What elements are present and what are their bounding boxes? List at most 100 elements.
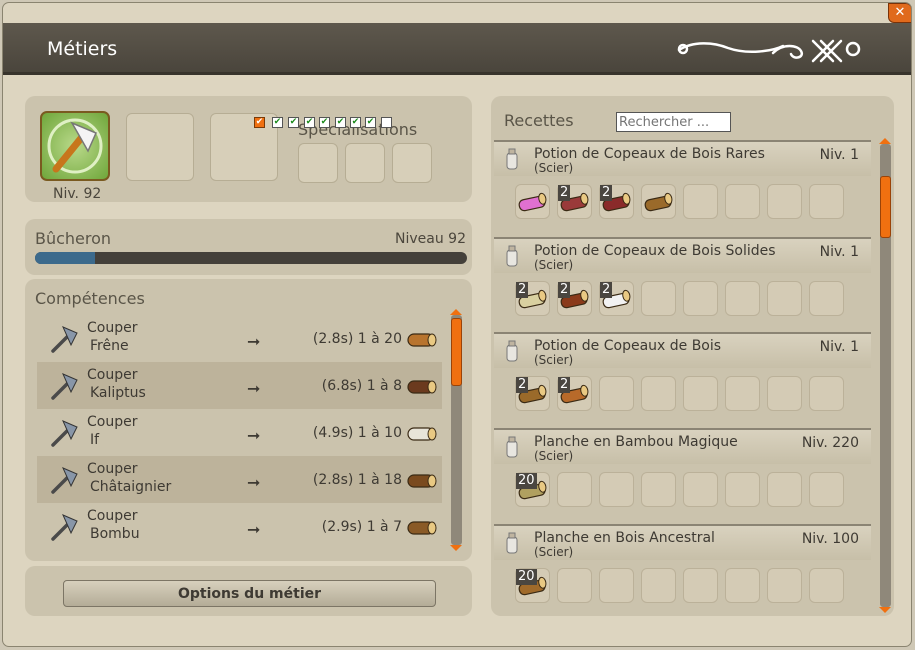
recipe-filter-checkbox[interactable]: ✔	[288, 117, 299, 128]
ingredient-slot[interactable]	[809, 568, 844, 603]
ingredient-slot[interactable]	[683, 376, 718, 411]
competence-row[interactable]: Couper Bombu ➞ (2.9s) 1 à 7	[37, 503, 442, 550]
ingredient-slot[interactable]	[683, 281, 718, 316]
ingredient-slot[interactable]	[683, 568, 718, 603]
scroll-thumb[interactable]	[451, 318, 462, 386]
ingredient-slot[interactable]: 2	[557, 184, 592, 219]
ingredient-slot[interactable]: 2	[515, 376, 550, 411]
ingredient-slot[interactable]	[641, 472, 676, 507]
ingredient-slot[interactable]	[725, 568, 760, 603]
ingredient-slot[interactable]	[809, 281, 844, 316]
recipe-header[interactable]: Planche en Bois Ancestral (Scier) Niv. 100	[494, 524, 871, 560]
competence-resource: Kaliptus	[90, 385, 146, 401]
job-xp-panel: Bûcheron Niveau 92	[25, 219, 472, 275]
ingredient-slot[interactable]: 2	[599, 184, 634, 219]
ingredient-slot[interactable]	[767, 184, 802, 219]
scroll-thumb[interactable]	[880, 176, 891, 238]
ingredient-slot[interactable]	[641, 281, 676, 316]
ingredient-slot[interactable]: 2	[557, 281, 592, 316]
ingredient-slot[interactable]	[767, 568, 802, 603]
ingredient-slot[interactable]	[599, 568, 634, 603]
ingredient-slot[interactable]	[725, 376, 760, 411]
job-slot-3[interactable]	[210, 113, 278, 181]
specialization-slot-3[interactable]	[392, 143, 432, 183]
recipe-tool: (Scier)	[534, 545, 574, 559]
competence-action: Couper	[87, 508, 138, 524]
ingredient-slot[interactable]	[641, 184, 676, 219]
recipe-filter-checkbox[interactable]: ✔	[319, 117, 330, 128]
recipe-filter-checkbox[interactable]: ✔	[335, 117, 346, 128]
recipe-filter-checkbox[interactable]	[381, 117, 392, 128]
specialization-slot-1[interactable]	[298, 143, 338, 183]
ingredient-slot[interactable]	[767, 472, 802, 507]
recipes-search-input[interactable]	[616, 112, 731, 132]
specialization-slot-2[interactable]	[345, 143, 385, 183]
close-button[interactable]: ✕	[888, 3, 911, 23]
axe-icon	[51, 420, 78, 447]
ingredient-slot[interactable]	[515, 184, 550, 219]
recipe-filter-checkbox[interactable]: ✔	[254, 117, 265, 128]
ingredient-slot[interactable]	[809, 376, 844, 411]
ingredient-slot[interactable]	[683, 184, 718, 219]
recipe-filter-checkbox[interactable]: ✔	[350, 117, 361, 128]
recipe-card[interactable]: Planche en Bambou Magique (Scier) Niv. 220…	[491, 428, 876, 520]
recipe-result-icon	[506, 340, 518, 362]
recipe-card[interactable]: Potion de Copeaux de Bois Rares (Scier) Ni…	[491, 140, 876, 232]
ingredient-quantity: 20	[516, 473, 537, 489]
recipe-result-icon	[506, 148, 518, 170]
competence-action: Couper	[87, 461, 138, 477]
competence-row[interactable]: Couper If ➞ (4.9s) 1 à 10	[37, 409, 442, 456]
job-slot-2[interactable]	[126, 113, 194, 181]
scroll-up-arrow[interactable]	[450, 309, 462, 315]
ingredient-slot[interactable]	[725, 184, 760, 219]
ingredient-slot[interactable]	[599, 472, 634, 507]
ingredient-slot[interactable]	[767, 376, 802, 411]
recipe-filter-checkbox[interactable]: ✔	[272, 117, 283, 128]
ingredient-slot[interactable]	[809, 184, 844, 219]
scroll-up-arrow[interactable]	[879, 138, 891, 144]
competence-action: Couper	[87, 320, 138, 336]
ingredient-slot[interactable]	[641, 568, 676, 603]
ingredient-slot[interactable]	[641, 376, 676, 411]
recipe-header[interactable]: Potion de Copeaux de Bois (Scier) Niv. 1	[494, 332, 871, 368]
competence-action: Couper	[87, 367, 138, 383]
competence-row[interactable]: Couper Frêne ➞ (2.8s) 1 à 20	[37, 315, 442, 362]
recipe-filter-checkbox[interactable]: ✔	[304, 117, 315, 128]
recipe-header[interactable]: Planche en Bambou Magique (Scier) Niv. 220	[494, 428, 871, 464]
competence-resource: If	[90, 432, 100, 448]
ingredient-slot[interactable]: 20	[515, 568, 550, 603]
ingredient-slot[interactable]	[683, 472, 718, 507]
ingredient-slot[interactable]	[557, 568, 592, 603]
recipe-name: Potion de Copeaux de Bois	[534, 338, 722, 354]
ingredient-slot[interactable]	[809, 472, 844, 507]
job-name: Bûcheron	[35, 229, 112, 248]
options-button[interactable]: Options du métier	[63, 580, 436, 607]
recipes-scrollbar[interactable]	[879, 138, 891, 613]
recipe-header[interactable]: Potion de Copeaux de Bois Rares (Scier) Ni…	[494, 140, 871, 176]
ingredient-slot[interactable]	[599, 376, 634, 411]
ingredient-slot[interactable]: 20	[515, 472, 550, 507]
arrow-icon: ➞	[247, 473, 261, 492]
ingredient-quantity: 2	[558, 185, 571, 201]
competence-row[interactable]: Couper Kaliptus ➞ (6.8s) 1 à 8	[37, 362, 442, 409]
ingredient-slot[interactable]	[725, 281, 760, 316]
ingredient-slot[interactable]: 2	[557, 376, 592, 411]
scroll-down-arrow[interactable]	[450, 545, 462, 551]
competences-panel: Compétences Couper Frêne ➞ (2.8s) 1 à 20 Cou…	[25, 279, 472, 561]
recipe-card[interactable]: Potion de Copeaux de Bois (Scier) Niv. 1 2 2	[491, 332, 876, 424]
competence-row[interactable]: Couper Châtaignier ➞ (2.8s) 1 à 18	[37, 456, 442, 503]
ingredient-slot[interactable]	[767, 281, 802, 316]
ingredient-slot[interactable]	[725, 472, 760, 507]
bombu-log-icon	[407, 521, 437, 535]
competences-scrollbar[interactable]	[450, 309, 462, 551]
recipe-filter-checkbox[interactable]: ✔	[365, 117, 376, 128]
job-icon[interactable]	[40, 111, 110, 181]
recipe-card[interactable]: Planche en Bois Ancestral (Scier) Niv. 100…	[491, 524, 876, 616]
ingredient-slot[interactable]: 2	[599, 281, 634, 316]
ingredient-slot[interactable]: 2	[515, 281, 550, 316]
recipe-card[interactable]: Potion de Copeaux de Bois Solides (Scier)…	[491, 237, 876, 329]
recipe-header[interactable]: Potion de Copeaux de Bois Solides (Scier)…	[494, 237, 871, 273]
competence-resource: Frêne	[90, 338, 129, 354]
ingredient-slot[interactable]	[557, 472, 592, 507]
scroll-down-arrow[interactable]	[879, 607, 891, 613]
